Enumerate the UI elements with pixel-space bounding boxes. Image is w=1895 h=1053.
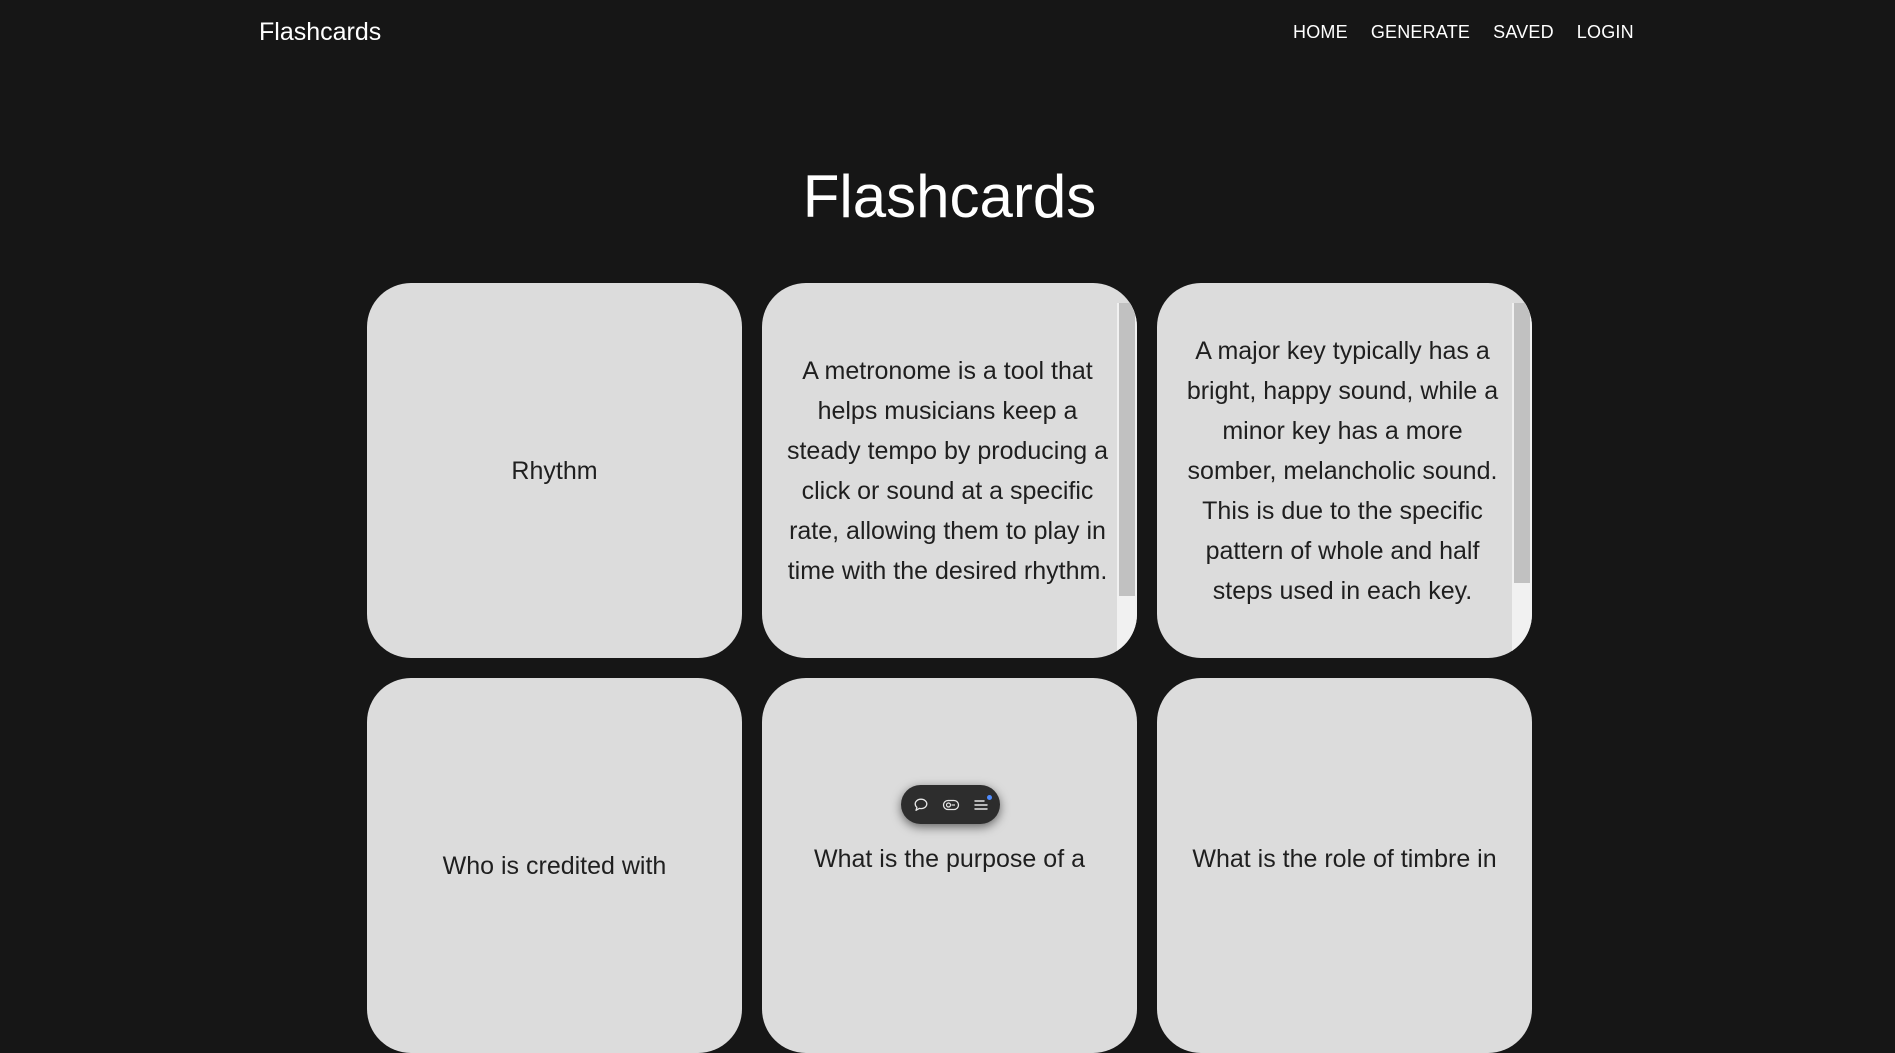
nav-links: HOME GENERATE SAVED LOGIN <box>1293 22 1634 43</box>
navbar: Flashcards HOME GENERATE SAVED LOGIN <box>0 0 1895 66</box>
scrollbar-thumb[interactable] <box>1119 303 1135 596</box>
flashcard-content: What is the role of timbre in <box>1157 678 1532 1053</box>
flashcard[interactable]: What is the role of timbre in <box>1157 678 1532 1053</box>
comment-icon[interactable] <box>912 796 930 814</box>
flashcard[interactable]: What is the purpose of a <box>762 678 1137 1053</box>
nav-generate-link[interactable]: GENERATE <box>1371 22 1470 43</box>
brand-link[interactable]: Flashcards <box>259 18 381 47</box>
menu-list-icon[interactable] <box>972 794 992 814</box>
nav-login-link[interactable]: LOGIN <box>1577 22 1634 43</box>
flashcard-text: Who is credited with <box>442 851 667 880</box>
flashcard-scrollbar[interactable] <box>1512 303 1532 658</box>
notification-dot <box>986 794 992 800</box>
flashcard-content: Rhythm <box>367 283 742 658</box>
flashcard-text: A metronome is a tool that helps musicia… <box>786 356 1109 585</box>
flashcard[interactable]: Rhythm <box>367 283 742 658</box>
flashcard-text: What is the role of timbre in <box>1192 845 1497 873</box>
flashcard-content: Who is credited with <box>367 678 742 1053</box>
toggle-icon[interactable] <box>942 796 960 814</box>
flashcard[interactable]: A metronome is a tool that helps musicia… <box>762 283 1137 658</box>
nav-home-link[interactable]: HOME <box>1293 22 1348 43</box>
floating-toolbar <box>901 785 1000 824</box>
page-title: Flashcards <box>802 163 1097 230</box>
flashcard-content: A metronome is a tool that helps musicia… <box>762 283 1117 658</box>
flashcard-content: What is the purpose of a <box>762 678 1137 1053</box>
flashcard-text: What is the purpose of a <box>814 845 1085 873</box>
flashcard-scrollbar[interactable] <box>1117 303 1137 658</box>
flashcard-text: Rhythm <box>511 456 598 485</box>
flashcard[interactable]: A major key typically has a bright, happ… <box>1157 283 1532 658</box>
nav-saved-link[interactable]: SAVED <box>1493 22 1554 43</box>
flashcard-content: A major key typically has a bright, happ… <box>1157 283 1512 658</box>
scrollbar-thumb[interactable] <box>1514 303 1530 583</box>
flashcard[interactable]: Who is credited with <box>367 678 742 1053</box>
flashcard-text: A major key typically has a bright, happ… <box>1186 336 1499 605</box>
